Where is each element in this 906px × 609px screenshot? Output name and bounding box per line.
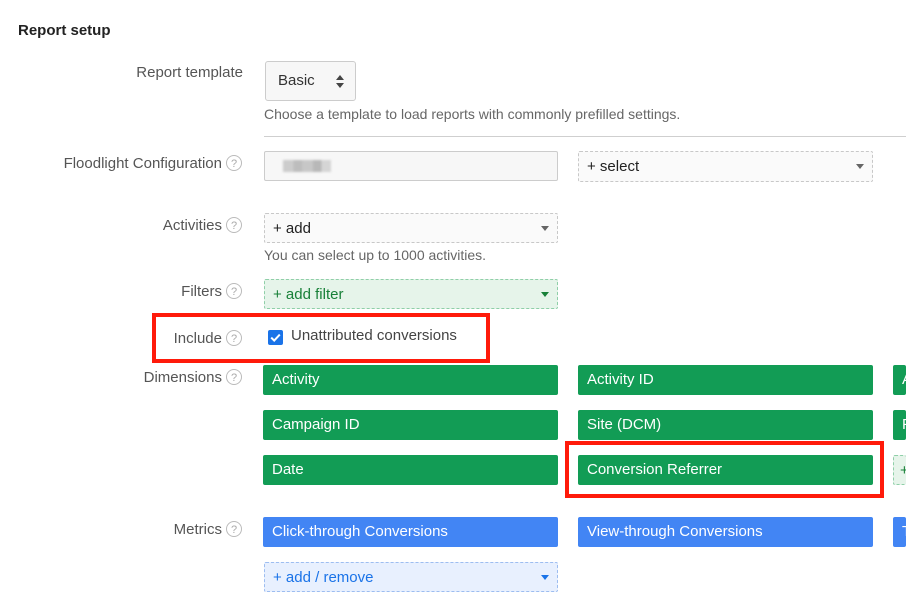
dimension-chip-partial-1[interactable]: A [893, 365, 906, 395]
metrics-add-remove-label: + add / remove [273, 569, 374, 586]
metrics-label-text: Metrics [173, 521, 222, 538]
conversion-referrer-highlight-box [565, 441, 884, 498]
floodlight-select-dropdown[interactable]: + select [578, 151, 873, 182]
dimensions-label-text: Dimensions [143, 369, 222, 386]
metric-chip-partial[interactable]: T [893, 517, 906, 547]
add-dimension-partial[interactable]: + [893, 455, 906, 485]
chevron-down-icon [856, 164, 864, 169]
floodlight-config-input[interactable] [264, 151, 558, 181]
help-icon[interactable]: ? [226, 521, 242, 537]
add-filter-dropdown[interactable]: + add filter [264, 279, 558, 309]
metrics-label: Metrics? [174, 521, 242, 538]
template-hint: Choose a template to load reports with c… [264, 106, 681, 122]
include-label-text: Include [173, 330, 222, 347]
unattributed-conversions-label[interactable]: Unattributed conversions [291, 327, 457, 344]
metrics-add-remove-dropdown[interactable]: + add / remove [264, 562, 558, 592]
redacted-value [283, 160, 331, 172]
report-template-label: Report template [136, 64, 243, 81]
dimension-chip-date[interactable]: Date [263, 455, 558, 485]
template-divider [264, 136, 906, 137]
activities-add-dropdown[interactable]: + add [264, 213, 558, 243]
help-icon[interactable]: ? [226, 155, 242, 171]
dimensions-label: Dimensions? [144, 369, 242, 386]
filters-label: Filters? [181, 283, 242, 300]
help-icon[interactable]: ? [226, 283, 242, 299]
floodlight-config-label-text: Floodlight Configuration [63, 155, 222, 172]
floodlight-config-label: Floodlight Configuration? [64, 155, 242, 172]
activities-hint: You can select up to 1000 activities. [264, 247, 487, 263]
dimension-chip-activity[interactable]: Activity [263, 365, 558, 395]
dimension-chip-partial-2[interactable]: P [893, 410, 906, 440]
metric-chip-click-through[interactable]: Click-through Conversions [263, 517, 558, 547]
dimension-chip-campaign-id[interactable]: Campaign ID [263, 410, 558, 440]
section-title: Report setup [18, 22, 111, 39]
activities-label-text: Activities [162, 217, 222, 234]
dimension-chip-site-dcm[interactable]: Site (DCM) [578, 410, 873, 440]
help-icon[interactable]: ? [226, 217, 242, 233]
help-icon[interactable]: ? [226, 369, 242, 385]
report-template-select[interactable]: Basic [265, 61, 356, 101]
activities-label: Activities? [163, 217, 242, 234]
unattributed-conversions-checkbox[interactable] [268, 330, 283, 345]
help-icon[interactable]: ? [226, 330, 242, 346]
chevron-down-icon [541, 226, 549, 231]
filters-label-text: Filters [181, 283, 222, 300]
metric-chip-view-through[interactable]: View-through Conversions [578, 517, 873, 547]
checkmark-icon [270, 333, 281, 343]
include-label: Include? [174, 330, 242, 347]
sort-arrows-icon [336, 75, 344, 88]
dimension-chip-activity-id[interactable]: Activity ID [578, 365, 873, 395]
add-filter-label: + add filter [273, 286, 344, 303]
chevron-down-icon [541, 575, 549, 580]
chevron-down-icon [541, 292, 549, 297]
report-template-value: Basic [278, 72, 315, 89]
activities-add-label: + add [273, 220, 311, 237]
floodlight-select-label: + select [587, 158, 640, 175]
